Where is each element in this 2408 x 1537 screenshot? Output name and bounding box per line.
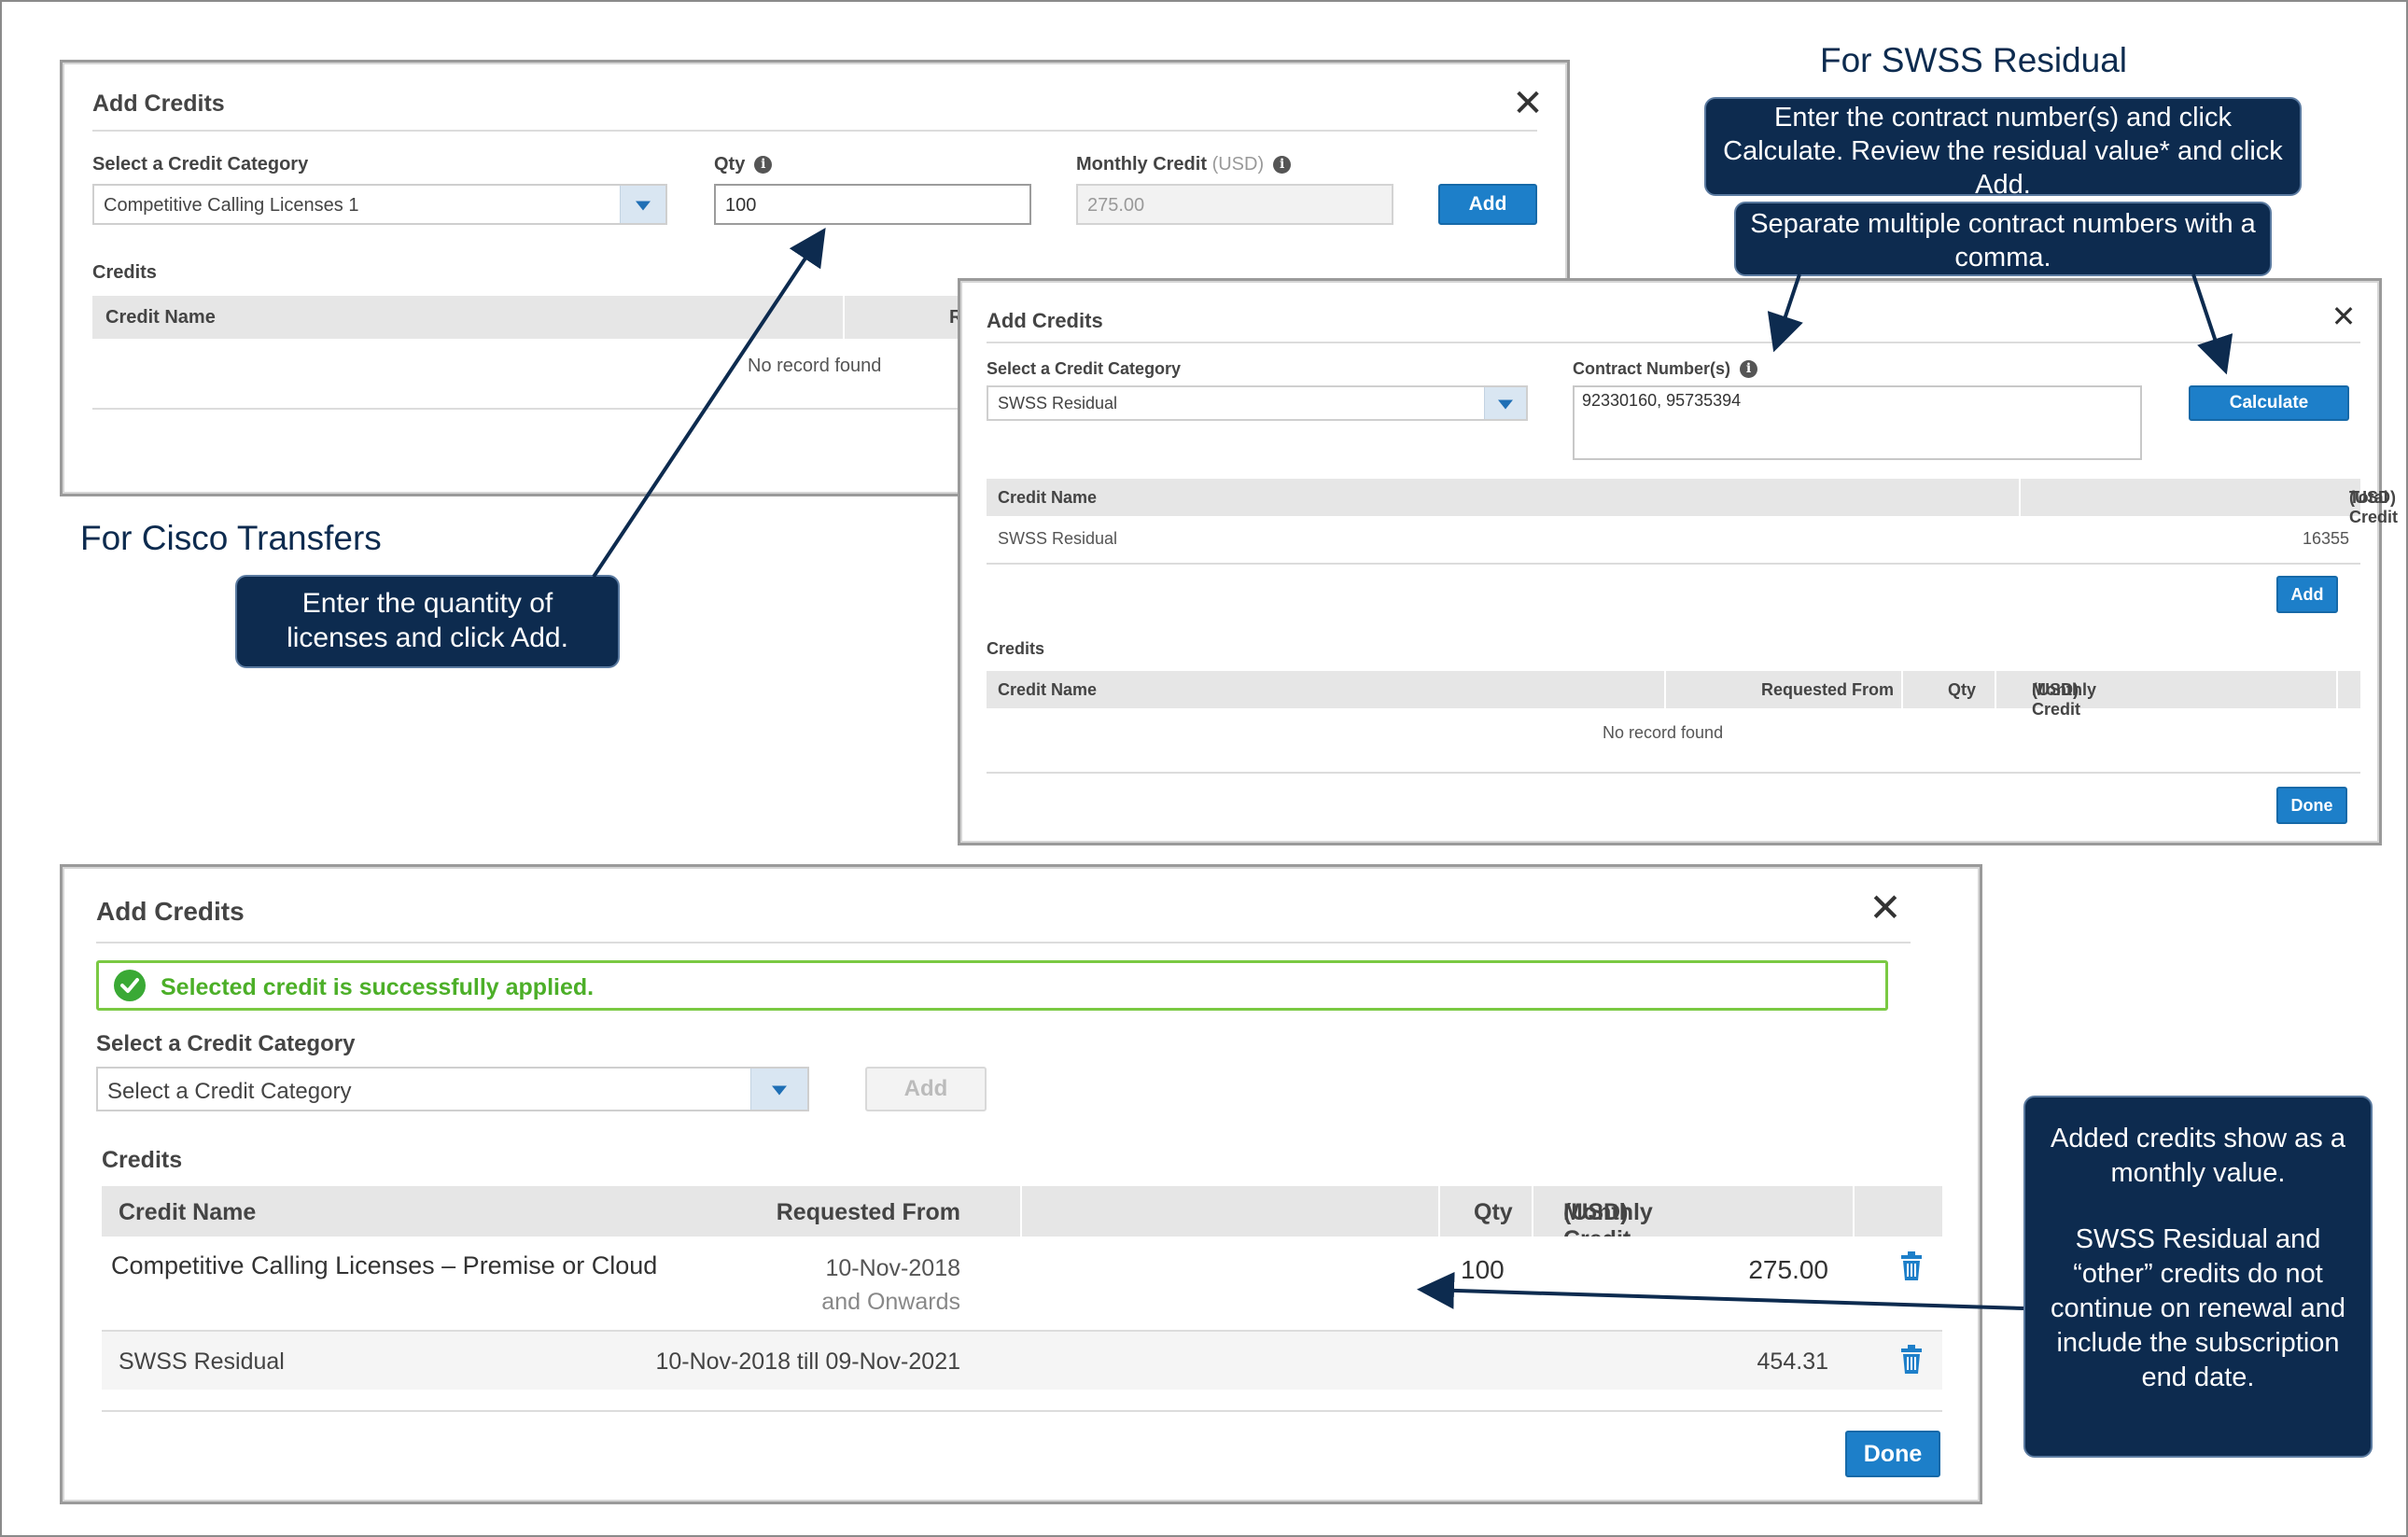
callout-qty-instructions: Enter the quantity of licenses and click… (235, 575, 620, 668)
qty-input[interactable]: 100 (714, 184, 1031, 225)
chevron-down-icon[interactable] (1484, 387, 1526, 419)
row-qty: 100 (1461, 1255, 1505, 1284)
credits-label: Credits (102, 1147, 183, 1173)
row-requested-line1: 10-Nov-2018 till 09-Nov-2021 (655, 1348, 960, 1375)
info-icon[interactable]: i (754, 156, 773, 174)
table-divider (987, 772, 2360, 774)
callout-added-text: Added credits show as a monthly value. (2051, 1124, 2345, 1188)
empty-table-message: No record found (748, 356, 882, 376)
dialog-title: Add Credits (92, 91, 225, 117)
contract-numbers-textarea[interactable]: 92330160, 95735394 (1573, 385, 2142, 460)
table-row: SWSS Residual 10-Nov-2018 till 09-Nov-20… (102, 1332, 1942, 1390)
info-icon[interactable]: i (1273, 156, 1292, 174)
monthly-credit-unit: (USD) (1211, 154, 1265, 175)
table-divider (102, 1410, 1942, 1412)
credits-label: Credits (92, 262, 157, 283)
row-monthly-credit: 275.00 (1748, 1255, 1828, 1284)
chevron-down-icon[interactable] (750, 1069, 807, 1110)
qty-label: Qty i (714, 154, 773, 175)
total-credit-row-name: SWSS Residual (998, 529, 1118, 548)
row-credit-name: Competitive Calling Licenses – Premise o… (111, 1251, 658, 1279)
credit-category-value: SWSS Residual (998, 394, 1118, 412)
credit-category-label: Select a Credit Category (92, 154, 309, 175)
callout-added-text-2: SWSS Residual and “other” credits do not… (2050, 1224, 2345, 1392)
dialog-title: Add Credits (987, 309, 1103, 332)
callout-added-credits: Added credits show as a monthly value. S… (2023, 1096, 2373, 1458)
contract-numbers-label: Contract Number(s) i (1573, 359, 1758, 379)
swss-heading: For SWSS Residual (1820, 41, 2127, 79)
cisco-heading: For Cisco Transfers (80, 519, 382, 557)
contract-numbers-value: 92330160, 95735394 (1582, 391, 1742, 410)
chevron-down-icon[interactable] (620, 186, 665, 223)
total-credit-table-header: Credit Name Total Credit (USD) (987, 479, 2398, 526)
col-credit-name: Credit Name (998, 488, 1098, 507)
add-credits-dialog-swss: Add Credits ✕ Select a Credit Category S… (958, 278, 2398, 845)
row-requested-line2: and Onwards (821, 1289, 960, 1315)
qty-value: 100 (725, 195, 757, 216)
empty-table-message: No record found (1603, 723, 1724, 742)
add-credits-dialog-result: Add Credits ✕ Selected credit is success… (60, 864, 1982, 1504)
success-message: Selected credit is successfully applied. (161, 974, 595, 1000)
credits-table-header: Credit Name Requested From Qty Monthly C… (102, 1186, 1942, 1252)
divider (96, 942, 1911, 943)
credit-category-value: Competitive Calling Licenses 1 (104, 195, 359, 216)
close-icon[interactable]: ✕ (2325, 298, 2362, 335)
callout-swss-instructions: Enter the contract number(s) and click C… (1704, 97, 2302, 200)
callout-qty-text: Enter the quantity of licenses and click… (287, 588, 568, 653)
monthly-credit-field: 275.00 (1076, 184, 1393, 225)
divider (987, 342, 2360, 343)
col-credit-name: Credit Name (105, 307, 216, 328)
credits-table-header: Credit Name Requested From Qty Monthly C… (987, 671, 2360, 719)
credit-category-label: Select a Credit Category (987, 359, 1182, 378)
add-button[interactable]: Add (2276, 576, 2338, 613)
credit-category-select[interactable]: Select a Credit Category (96, 1067, 809, 1111)
total-credit-row-value: 16355 (2302, 529, 2349, 548)
monthly-credit-label: Monthly Credit (USD) i (1076, 154, 1292, 175)
qty-label-text: Qty (714, 154, 746, 175)
check-circle-icon (114, 970, 146, 1001)
col-monthly-unit: (USD) (2032, 680, 2079, 699)
col-requested-from: Requested From (776, 1199, 960, 1225)
calculate-button[interactable]: Calculate (2189, 385, 2349, 421)
add-button[interactable]: Add (1438, 184, 1537, 225)
monthly-credit-label-text: Monthly Credit (1076, 154, 1207, 175)
credits-label: Credits (987, 639, 1045, 658)
credit-category-label: Select a Credit Category (96, 1031, 356, 1056)
row-requested-line1: 10-Nov-2018 (825, 1255, 960, 1281)
row-credit-name: SWSS Residual (119, 1348, 285, 1375)
divider (92, 130, 1537, 132)
done-button[interactable]: Done (2276, 787, 2347, 824)
done-button[interactable]: Done (1845, 1431, 1940, 1477)
col-qty: Qty (1948, 680, 1977, 699)
success-alert: Selected credit is successfully applied. (96, 960, 1888, 1011)
add-button[interactable]: Add (865, 1067, 987, 1111)
row-monthly-credit: 454.31 (1757, 1348, 1828, 1375)
close-icon[interactable]: ✕ (1509, 85, 1547, 122)
col-credit-name: Credit Name (119, 1199, 257, 1225)
info-icon[interactable]: i (1740, 360, 1758, 378)
col-total-credit-unit: (USD) (2349, 488, 2396, 507)
credit-category-placeholder: Select a Credit Category (107, 1079, 352, 1104)
close-icon[interactable]: ✕ (1864, 888, 1907, 932)
credit-category-select[interactable]: Competitive Calling Licenses 1 (92, 184, 667, 225)
col-qty: Qty (1474, 1199, 1513, 1225)
table-divider (987, 563, 2360, 565)
contract-numbers-label-text: Contract Number(s) (1573, 359, 1731, 378)
trash-icon[interactable] (1899, 1251, 1924, 1281)
callout-separate-contracts: Separate multiple contract numbers with … (1734, 202, 2272, 276)
table-row: Competitive Calling Licenses – Premise o… (102, 1237, 1942, 1332)
dialog-title: Add Credits (96, 897, 245, 926)
col-credit-name: Credit Name (998, 680, 1098, 699)
monthly-credit-value: 275.00 (1087, 195, 1145, 216)
col-requested-from: Requested From (1761, 680, 1895, 699)
credit-category-select[interactable]: SWSS Residual (987, 385, 1528, 421)
callout-separate-text: Separate multiple contract numbers with … (1750, 209, 2256, 272)
callout-swss-text: Enter the contract number(s) and click C… (1723, 103, 2283, 200)
trash-icon[interactable] (1899, 1345, 1924, 1375)
col-monthly-unit: (USD) (1563, 1199, 1629, 1225)
